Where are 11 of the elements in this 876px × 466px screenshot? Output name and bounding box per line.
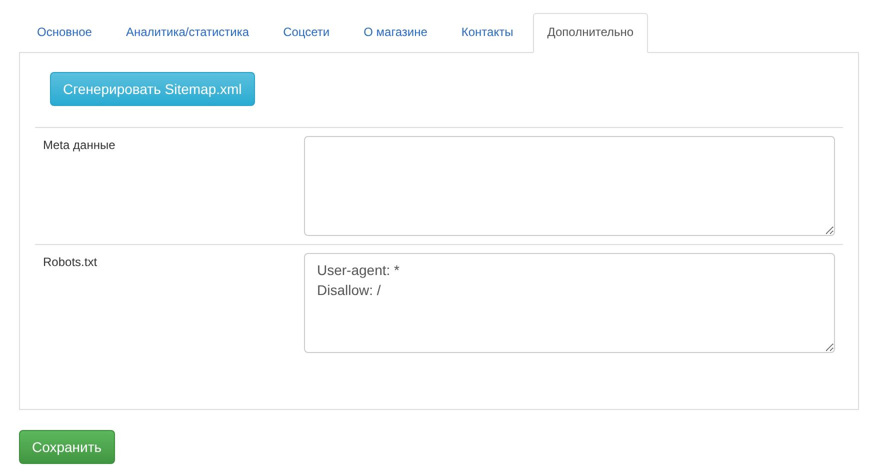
tab[interactable]: Соцсети xyxy=(269,13,344,52)
tab[interactable]: Контакты xyxy=(447,13,528,52)
text-area[interactable]: User-agent: * Disallow: / xyxy=(304,253,835,353)
tab[interactable]: О магазине xyxy=(350,13,442,52)
tab[interactable]: Дополнительно xyxy=(533,13,648,53)
field-label: Meta данные xyxy=(43,137,116,154)
field-label: Robots.txt xyxy=(43,254,98,271)
text-area[interactable] xyxy=(304,136,835,236)
tab[interactable]: Основное xyxy=(23,13,106,52)
save-button[interactable]: Сохранить xyxy=(19,430,115,464)
tab[interactable]: Аналитика/статистика xyxy=(112,13,264,52)
